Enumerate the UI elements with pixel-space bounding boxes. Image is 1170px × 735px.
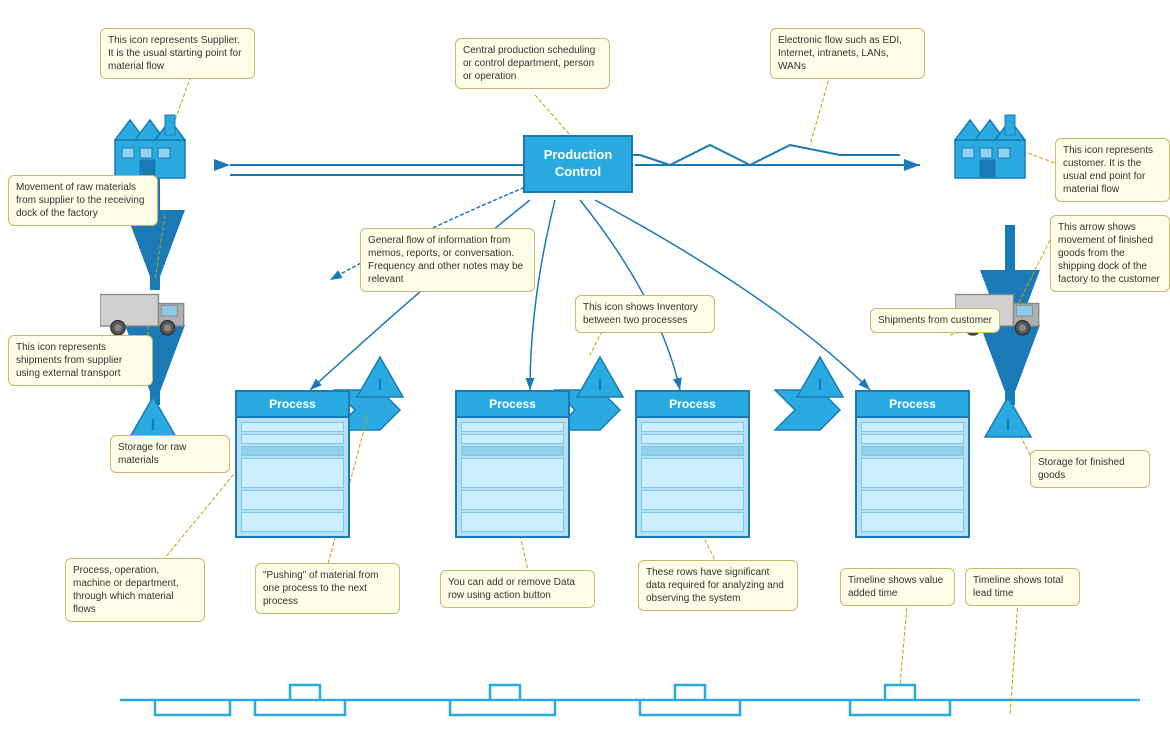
process3-row4 [641,458,744,488]
finished-goods-triangle: I [983,395,1033,440]
process-box-1: Process [235,390,350,538]
supplier-transport-callout-text: This icon represents shipments from supp… [16,342,122,379]
process2-title: Process [489,397,536,411]
lead-time-callout: Timeline shows total lead time [965,568,1080,606]
value-added-callout: Timeline shows value added time [840,568,955,606]
customer-callout-text: This icon represents customer. It is the… [1063,145,1153,195]
inventory-triangle-1: I [355,355,405,400]
finished-storage-callout: Storage for finished goods [1030,450,1150,488]
finished-movement-callout-text: This arrow shows movement of finished go… [1058,222,1160,285]
electronic-flow-callout: Electronic flow such as EDI, Internet, i… [770,28,925,79]
process1-title: Process [269,397,316,411]
process4-row2 [861,434,964,444]
prod-control-label: Production Control [544,147,613,179]
process2-row4 [461,458,564,488]
process2-row6 [461,512,564,532]
process3-row5 [641,490,744,510]
process-callout-text: Process, operation, machine or departmen… [73,565,179,615]
inventory-callout: This icon shows Inventory between two pr… [575,295,715,333]
process2-row5 [461,490,564,510]
svg-text:I: I [818,377,822,394]
svg-text:I: I [1006,417,1010,434]
supplier-transport-callout: This icon represents shipments from supp… [8,335,153,386]
data-rows-callout-text: These rows have significant data require… [646,567,784,604]
process-box-2: Process [455,390,570,538]
svg-text:I: I [151,417,155,434]
inventory-triangle-2: I [575,355,625,400]
process3-title: Process [669,397,716,411]
customer-factory-icon [950,110,1030,180]
process4-row5 [861,490,964,510]
customer-callout: This icon represents customer. It is the… [1055,138,1170,202]
process3-row6 [641,512,744,532]
finished-movement-callout: This arrow shows movement of finished go… [1050,215,1170,292]
raw-storage-callout: Storage for raw materials [110,435,230,473]
process1-row1 [241,422,344,432]
process-box-3: Process [635,390,750,538]
inventory-callout-text: This icon shows Inventory between two pr… [583,302,698,326]
inventory-triangle-3: I [795,355,845,400]
process2-row2 [461,434,564,444]
data-row-callout-text: You can add or remove Data row using act… [448,577,575,601]
process3-row3 [641,446,744,456]
value-added-callout-text: Timeline shows value added time [848,575,943,599]
process4-row4 [861,458,964,488]
main-canvas: Production Control [0,0,1170,735]
lead-time-callout-text: Timeline shows total lead time [973,575,1063,599]
electronic-flow-callout-text: Electronic flow such as EDI, Internet, i… [778,35,902,72]
svg-text:I: I [598,377,602,394]
supplier-callout-text: This icon represents Supplier. It is the… [108,35,241,72]
shipments-customer-callout-text: Shipments from customer [878,315,992,326]
supplier-factory-icon [110,110,190,180]
raw-movement-callout: Movement of raw materials from supplier … [8,175,158,226]
production-control-box: Production Control [523,135,633,193]
shipments-customer-callout: Shipments from customer [870,308,1000,333]
finished-storage-callout-text: Storage for finished goods [1038,457,1125,481]
process4-row6 [861,512,964,532]
process2-row3 [461,446,564,456]
supplier-callout: This icon represents Supplier. It is the… [100,28,255,79]
process1-row6 [241,512,344,532]
info-flow-callout: General flow of information from memos, … [360,228,535,292]
process1-row3 [241,446,344,456]
process1-row4 [241,458,344,488]
prod-control-callout: Central production scheduling or control… [455,38,610,89]
process3-row1 [641,422,744,432]
process4-title: Process [889,397,936,411]
process-callout: Process, operation, machine or departmen… [65,558,205,622]
process4-row1 [861,422,964,432]
svg-text:I: I [378,377,382,394]
process3-row2 [641,434,744,444]
process1-row5 [241,490,344,510]
info-flow-callout-text: General flow of information from memos, … [368,235,523,285]
prod-control-callout-text: Central production scheduling or control… [463,45,595,82]
data-row-callout: You can add or remove Data row using act… [440,570,595,608]
push-callout: "Pushing" of material from one process t… [255,563,400,614]
process4-row3 [861,446,964,456]
push-callout-text: "Pushing" of material from one process t… [263,570,378,607]
raw-storage-callout-text: Storage for raw materials [118,442,186,466]
raw-materials-triangle: I [128,395,178,440]
process2-row1 [461,422,564,432]
process1-row2 [241,434,344,444]
data-rows-callout: These rows have significant data require… [638,560,798,611]
raw-movement-callout-text: Movement of raw materials from supplier … [16,182,144,219]
process-box-4: Process [855,390,970,538]
